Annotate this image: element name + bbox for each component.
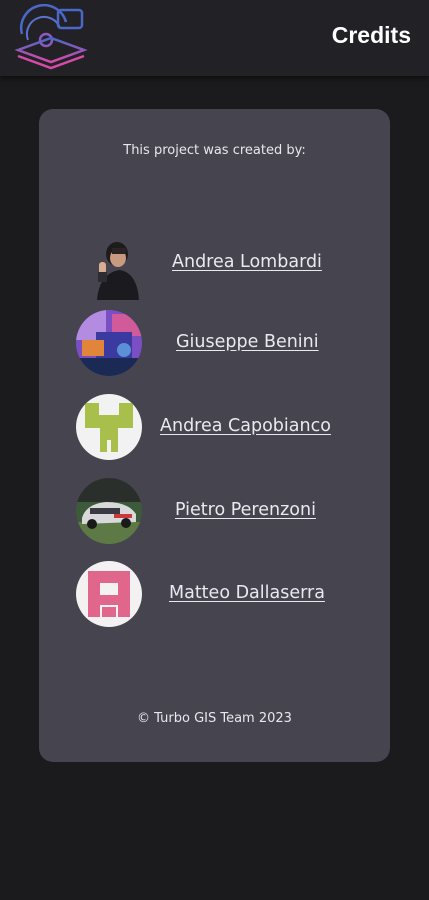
- page-title: Credits: [331, 22, 411, 48]
- green-pixel-identicon-icon: [76, 394, 142, 460]
- list-item: Pietro Perenzoni: [39, 478, 390, 548]
- photo-avatar-icon: [91, 234, 157, 300]
- app-header: Credits: [0, 0, 429, 76]
- member-name-link[interactable]: Pietro Perenzoni: [175, 500, 316, 520]
- list-item: Giuseppe Benini: [39, 310, 390, 380]
- member-name-link[interactable]: Matteo Dallaserra: [169, 583, 325, 603]
- car-photo-avatar-icon: [76, 478, 142, 544]
- member-name-link[interactable]: Andrea Capobianco: [160, 416, 331, 436]
- pink-pixel-identicon-icon: [76, 561, 142, 627]
- colorful-photo-avatar-icon: [76, 310, 142, 376]
- list-item: Matteo Dallaserra: [39, 561, 390, 631]
- member-name-link[interactable]: Giuseppe Benini: [176, 332, 319, 352]
- list-item: Andrea Lombardi: [39, 230, 390, 300]
- member-name-link[interactable]: Andrea Lombardi: [172, 252, 322, 272]
- credits-card: This project was created by: Andrea Lomb…: [39, 109, 390, 762]
- copyright-footer: © Turbo GIS Team 2023: [137, 711, 292, 726]
- intro-text: This project was created by:: [123, 143, 306, 158]
- list-item: Andrea Capobianco: [39, 394, 390, 464]
- turbo-gis-logo-icon: [14, 3, 88, 72]
